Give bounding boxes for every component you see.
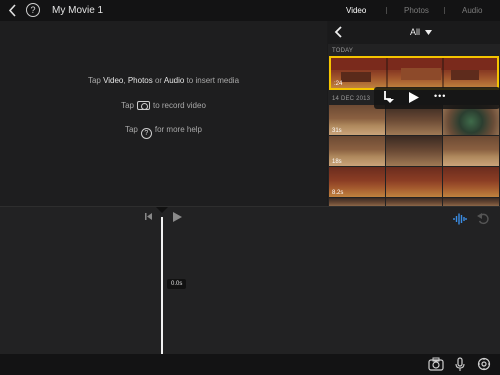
- clip-thumbnail[interactable]: 31s: [329, 105, 385, 135]
- back-chevron-icon[interactable]: [6, 3, 20, 18]
- camera-icon: [136, 101, 150, 110]
- undo-icon[interactable]: [477, 212, 490, 225]
- timeline[interactable]: 0.0s: [0, 206, 500, 355]
- help-icon[interactable]: ?: [26, 3, 40, 17]
- hint-audio-word: Audio: [163, 76, 185, 85]
- tab-divider: [444, 7, 445, 14]
- clip-thumbnail[interactable]: [386, 136, 442, 166]
- playhead-time: 0.0s: [167, 279, 187, 289]
- tab-divider: [386, 7, 387, 14]
- selected-clip[interactable]: :24: [329, 56, 499, 90]
- record-video-hint: Tap to record video: [121, 101, 206, 110]
- play-icon[interactable]: [408, 91, 420, 104]
- clip-thumbnail[interactable]: [329, 198, 385, 206]
- playhead[interactable]: [161, 217, 163, 355]
- play-icon[interactable]: [172, 211, 183, 223]
- clip-duration: 31s: [332, 128, 342, 134]
- clip-thumbnail[interactable]: [443, 167, 499, 197]
- media-browser: All TODAY :24 14 DEC 2013 31s 18s 8.2s •…: [328, 21, 500, 206]
- clip-thumbnail[interactable]: [443, 198, 499, 206]
- settings-gear-icon[interactable]: [477, 357, 491, 371]
- clip-thumbnail[interactable]: [386, 105, 442, 135]
- clip-thumbnail[interactable]: 18s: [329, 136, 385, 166]
- more-options-icon[interactable]: •••: [434, 91, 446, 101]
- clip-duration: 8.2s: [332, 190, 344, 196]
- clip-thumbnail[interactable]: 8.2s: [329, 167, 385, 197]
- tab-video[interactable]: Video: [346, 6, 366, 15]
- preview-viewer: Tap Video, Photos or Audio to insert med…: [0, 21, 327, 206]
- playhead-marker: [156, 207, 168, 213]
- clip-duration: :24: [334, 81, 343, 87]
- section-today: TODAY: [332, 48, 354, 54]
- microphone-icon[interactable]: [455, 357, 465, 372]
- skip-to-start-icon[interactable]: [144, 212, 153, 221]
- hint-video-word: Video: [103, 76, 124, 85]
- clip-duration: 18s: [332, 159, 342, 165]
- tab-audio[interactable]: Audio: [462, 6, 482, 15]
- tab-photos[interactable]: Photos: [404, 6, 429, 15]
- help-icon: ?: [140, 128, 152, 139]
- back-chevron-icon[interactable]: [334, 26, 344, 38]
- camera-icon[interactable]: [428, 357, 444, 371]
- clip-action-menu: •••: [374, 87, 500, 109]
- audio-waveform-icon[interactable]: [453, 212, 467, 226]
- clip-thumbnail[interactable]: [386, 198, 442, 206]
- dropdown-triangle-icon: [424, 30, 432, 35]
- clip-thumbnail[interactable]: [443, 136, 499, 166]
- filter-dropdown[interactable]: All: [410, 27, 432, 37]
- insert-media-hint: Tap Video, Photos or Audio to insert med…: [87, 76, 240, 85]
- browser-header: All: [328, 21, 500, 44]
- media-type-tabs: Video Photos Audio: [330, 0, 500, 21]
- bottom-toolbar: [0, 354, 500, 375]
- insert-arrow-icon[interactable]: [382, 90, 394, 106]
- hint-photos-word: Photos: [127, 76, 153, 85]
- clip-thumbnail[interactable]: [443, 105, 499, 135]
- top-bar: ? My Movie 1 Video Photos Audio: [0, 0, 500, 21]
- help-hint: Tap? for more help: [124, 125, 203, 139]
- section-14-dec-2013: 14 DEC 2013: [332, 96, 371, 102]
- clip-filmstrip: [331, 58, 497, 88]
- project-title: My Movie 1: [52, 5, 104, 16]
- clip-thumbnail[interactable]: [386, 167, 442, 197]
